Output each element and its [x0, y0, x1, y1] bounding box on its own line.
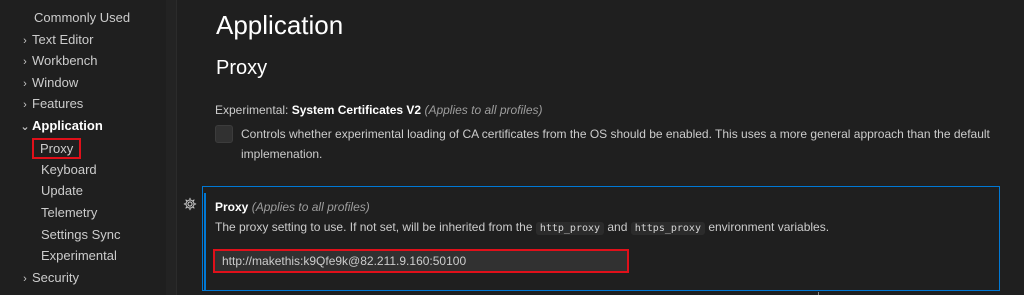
toc-item-label: Settings Sync [41, 227, 121, 242]
description-text: environment variables. [704, 220, 830, 234]
description-text: The proxy setting to use. If not set, wi… [215, 220, 536, 234]
proxy-setting-accent-bar [204, 193, 206, 291]
toc-item-text-editor[interactable]: › Text Editor [18, 29, 93, 50]
toc-item-features[interactable]: › Features [18, 93, 83, 114]
chevron-right-icon: › [23, 99, 27, 111]
toc-item-label: Experimental [41, 248, 117, 263]
toc-item-workbench[interactable]: › Workbench [18, 50, 98, 71]
toc-item-label: Telemetry [41, 205, 98, 220]
toc-item-keyboard[interactable]: Keyboard [41, 159, 97, 180]
toc-item-window[interactable]: › Window [18, 72, 78, 93]
toc-item-label: Keyboard [41, 162, 97, 177]
toc-item-label: Update [41, 183, 83, 198]
section-title: Application [216, 10, 344, 40]
setting-category: Experimental: [215, 103, 292, 117]
setting-scope: (Applies to all profiles) [424, 103, 543, 117]
toc-item-application[interactable]: ⌄ Application [18, 115, 103, 136]
code-https-proxy: https_proxy [630, 222, 705, 235]
chevron-right-icon: › [23, 78, 27, 90]
toc-item-experimental[interactable]: Experimental [41, 245, 117, 266]
description-text: and [604, 220, 631, 234]
proxy-setting-label: Proxy (Applies to all profiles) [215, 200, 370, 214]
toc-item-security[interactable]: › Security [18, 267, 79, 288]
toc-item-commonly-used[interactable]: Commonly Used [20, 7, 130, 28]
setting-name: System Certificates V2 [291, 103, 422, 117]
sidebar-scrollbar[interactable] [166, 0, 176, 295]
proxy-setting-description: The proxy setting to use. If not set, wi… [215, 220, 830, 235]
system-certificates-label: Experimental: System Certificates V2 (Ap… [215, 103, 543, 117]
settings-editor-main: Application Proxy Experimental: System C… [177, 0, 1024, 295]
settings-toc-sidebar: Commonly Used › Text Editor › Workbench › W… [0, 0, 176, 295]
chevron-right-icon: › [23, 35, 27, 47]
toc-item-telemetry[interactable]: Telemetry [41, 202, 97, 223]
toc-item-label: Application [32, 118, 103, 133]
chevron-right-icon: › [23, 273, 27, 285]
code-http-proxy: http_proxy [535, 222, 605, 235]
proxy-url-input[interactable]: http://makethis:k9Qfe9k@82.211.9.160:501… [213, 249, 629, 273]
chevron-down-icon: ⌄ [20, 121, 30, 133]
system-certificates-description: Controls whether experimental loading of… [241, 127, 990, 161]
gear-icon[interactable] [183, 197, 197, 211]
toc-item-label: Features [32, 96, 84, 111]
subsection-title: Proxy [216, 57, 268, 79]
toc-item-label: Text Editor [32, 32, 94, 47]
toc-item-label: Commonly Used [34, 10, 131, 25]
toc-item-settings-sync[interactable]: Settings Sync [41, 224, 121, 245]
system-certificates-checkbox[interactable] [215, 125, 233, 143]
toc-item-label: Window [32, 75, 79, 90]
toc-item-proxy[interactable]: Proxy [32, 138, 82, 159]
toc-item-label: Security [32, 270, 79, 285]
setting-scope: (Applies to all profiles) [251, 200, 370, 214]
toc-item-update[interactable]: Update [41, 180, 83, 201]
toc-item-label: Workbench [32, 53, 98, 68]
toc-item-label: Proxy [40, 141, 74, 156]
setting-name: Proxy [215, 200, 249, 214]
chevron-right-icon: › [23, 56, 27, 68]
